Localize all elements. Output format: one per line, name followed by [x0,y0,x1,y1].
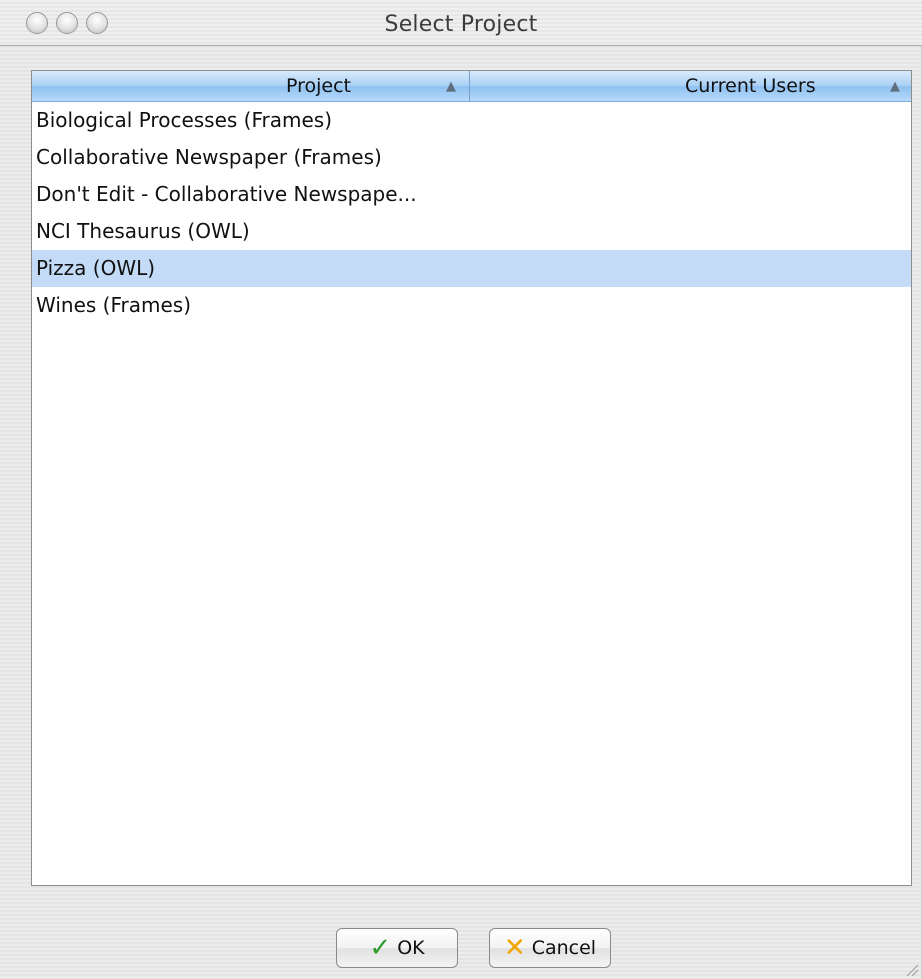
table-row[interactable]: NCI Thesaurus (OWL) [32,213,911,250]
column-header-project[interactable]: Project ▲ [32,71,470,101]
window-title: Select Project [384,12,538,37]
column-header-current-users[interactable]: Current Users ▲ [470,71,911,101]
table-row[interactable]: Biological Processes (Frames) [32,102,911,139]
cancel-button-label: Cancel [531,937,597,959]
x-icon: ✕ [503,933,526,963]
table-body: Biological Processes (Frames) Collaborat… [32,102,911,324]
cancel-button[interactable]: ✕ Cancel [489,928,611,968]
column-header-label: Project [286,75,352,97]
column-header-label: Current Users [685,75,816,97]
button-bar: ✓ OK ✕ Cancel [0,920,922,968]
title-bar[interactable]: Select Project [0,0,922,46]
sort-ascending-icon: ▲ [890,79,900,94]
ok-button[interactable]: ✓ OK [336,928,458,968]
project-table: Project ▲ Current Users ▲ Biological Pro… [31,70,912,886]
table-header: Project ▲ Current Users ▲ [32,71,911,102]
table-row[interactable]: Wines (Frames) [32,287,911,324]
ok-button-label: OK [397,937,425,959]
table-row[interactable]: Collaborative Newspaper (Frames) [32,139,911,176]
select-project-dialog: Select Project Project ▲ Current Users ▲… [0,0,922,979]
resize-grip-icon[interactable] [903,961,919,977]
sort-ascending-icon: ▲ [446,79,456,94]
check-icon: ✓ [369,933,392,963]
table-row[interactable]: Don't Edit - Collaborative Newspape... [32,176,911,213]
table-row-selected[interactable]: Pizza (OWL) [32,250,911,287]
